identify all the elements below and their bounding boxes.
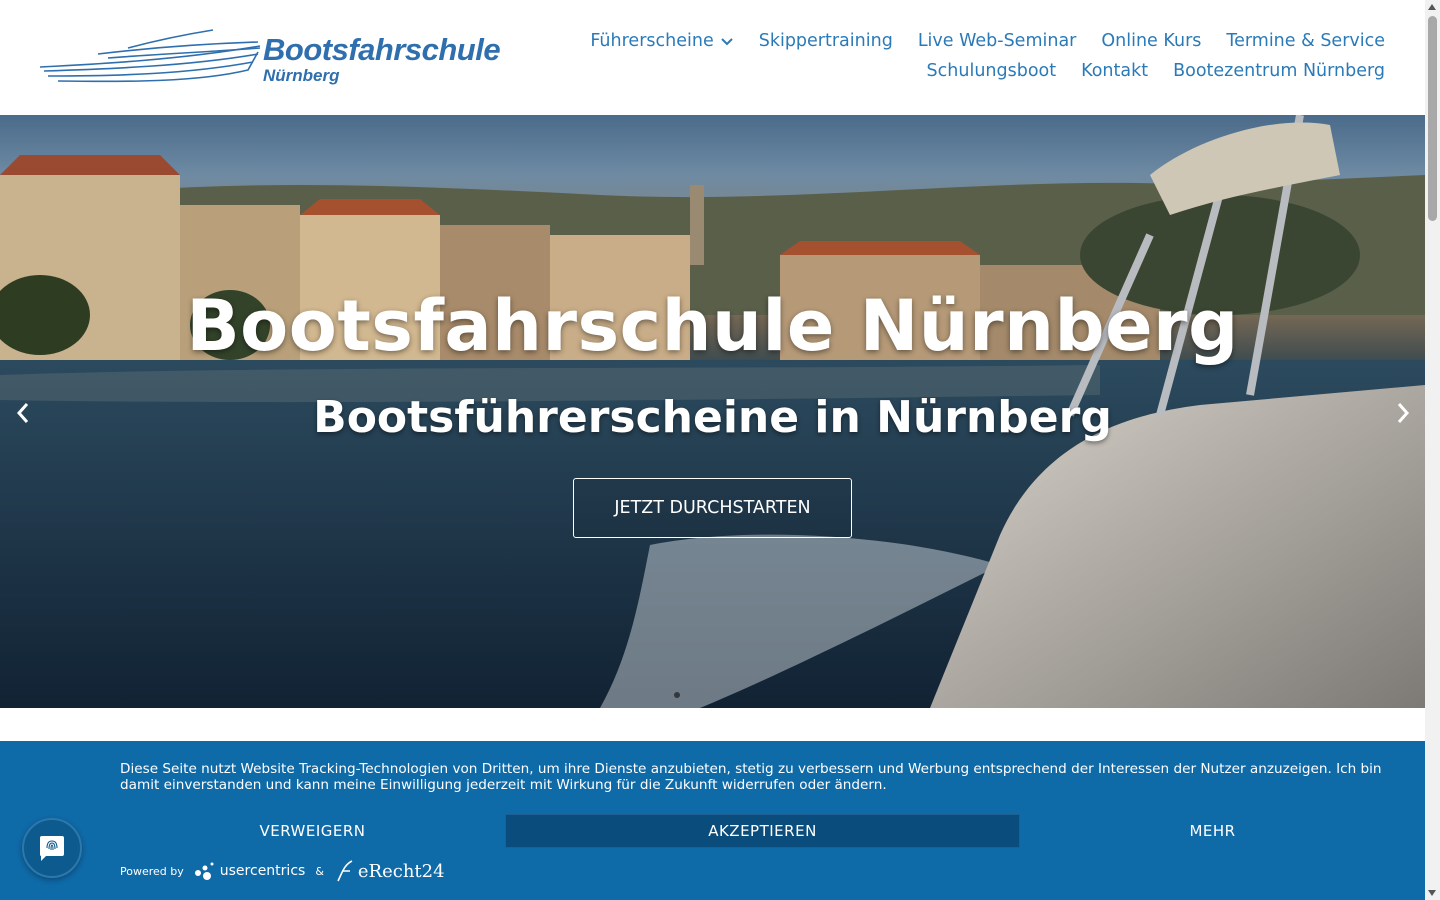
nav-fuehrerscheine[interactable]: Führerscheine — [590, 31, 733, 51]
powered-by-label: Powered by — [120, 864, 184, 878]
cookie-consent-banner: Diese Seite nutzt Website Tracking-Techn… — [0, 741, 1425, 900]
cookie-deny-button[interactable]: VERWEIGERN — [120, 814, 505, 848]
cookie-accept-button[interactable]: AKZEPTIEREN — [505, 814, 1020, 848]
privacy-settings-button[interactable] — [22, 818, 82, 878]
scroll-up-icon[interactable] — [1428, 4, 1436, 10]
slider-dot[interactable] — [674, 692, 680, 698]
fingerprint-chat-icon — [40, 836, 64, 861]
nav-live-web-seminar[interactable]: Live Web-Seminar — [918, 31, 1077, 51]
ampersand: & — [315, 864, 324, 878]
hero-subtitle: Bootsführerscheine in Nürnberg — [313, 392, 1112, 443]
usercentrics-logo[interactable]: usercentrics — [194, 860, 306, 882]
nav-kontakt[interactable]: Kontakt — [1081, 61, 1148, 81]
logo-title: Bootsfahrschule — [263, 32, 501, 67]
main-nav-row-2: Schulungsboot Kontakt Bootezentrum Nürnb… — [927, 61, 1385, 81]
hero-cta-button[interactable]: JETZT DURCHSTARTEN — [573, 478, 852, 538]
scroll-thumb[interactable] — [1428, 16, 1437, 221]
nav-label: Führerscheine — [590, 31, 714, 51]
erecht24-label: eRecht24 — [357, 860, 445, 882]
nav-schulungsboot[interactable]: Schulungsboot — [927, 61, 1057, 81]
site-header: Bootsfahrschule Nürnberg Führerscheine S… — [0, 0, 1425, 115]
boat-logo-icon — [39, 29, 261, 83]
cookie-consent-text: Diese Seite nutzt Website Tracking-Techn… — [120, 761, 1382, 793]
usercentrics-label: usercentrics — [219, 863, 306, 879]
erecht24-mark-icon — [337, 860, 353, 882]
logo-subtitle: Nürnberg — [263, 66, 340, 85]
nav-skippertraining[interactable]: Skippertraining — [759, 31, 893, 51]
nav-bootezentrum[interactable]: Bootezentrum Nürnberg — [1173, 61, 1385, 81]
erecht24-logo[interactable]: eRecht24 — [334, 859, 445, 883]
nav-online-kurs[interactable]: Online Kurs — [1101, 31, 1201, 51]
page-scrollbar[interactable] — [1425, 0, 1440, 900]
nav-termine-service[interactable]: Termine & Service — [1226, 31, 1385, 51]
scroll-down-icon[interactable] — [1428, 890, 1436, 896]
hero-title: Bootsfahrschule Nürnberg — [186, 285, 1239, 367]
cookie-more-button[interactable]: MEHR — [1020, 814, 1405, 848]
main-nav-row-1: Führerscheine Skippertraining Live Web-S… — [590, 31, 1385, 51]
powered-by: Powered by usercentrics & eRecht24 — [120, 859, 445, 883]
usercentrics-dots-icon — [194, 862, 214, 880]
site-logo[interactable]: Bootsfahrschule Nürnberg — [38, 24, 501, 90]
hero-slider: Bootsfahrschule Nürnberg Bootsführersche… — [0, 115, 1425, 708]
chevron-down-icon — [721, 38, 733, 46]
